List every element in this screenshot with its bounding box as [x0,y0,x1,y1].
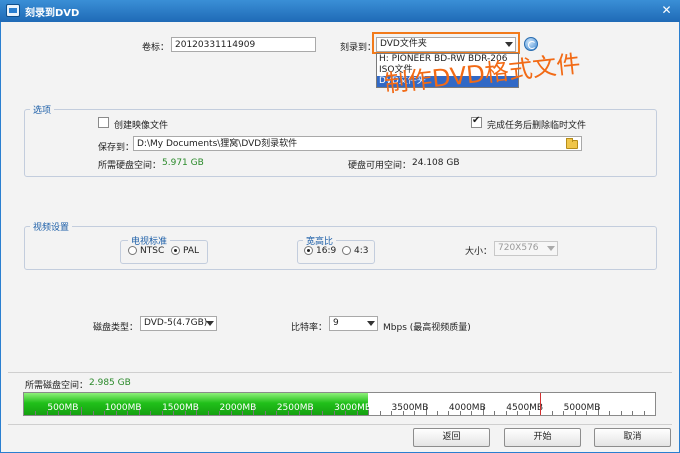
back-button[interactable]: 返回 [413,428,490,447]
available-space-label: 硬盘可用空间： [348,161,412,171]
disc-space-value: 2.985 GB [89,378,131,388]
chevron-down-icon [367,321,375,326]
size-select: 720X576 [494,241,558,256]
options-group-title: 选项 [30,103,55,116]
bar-tick [620,411,622,415]
bar-tick [150,411,152,415]
disc-type-label: 磁盘类型： [93,323,139,333]
disc-space-label: 所需磁盘空间： [25,381,89,391]
bar-tick [92,411,94,415]
aspect-16-9-label: 16:9 [316,246,337,256]
bar-tick [35,411,37,415]
cancel-button[interactable]: 取消 [594,428,671,447]
bar-tick-label: 4000MB [448,403,486,413]
bar-tick [81,407,83,415]
bar-tick-label: 2500MB [276,403,314,413]
bar-tick [264,411,266,415]
bar-tick [437,411,439,415]
bar-tick [632,411,634,415]
volume-input[interactable]: 20120331114909 [171,37,316,52]
delete-temp-label: 完成任务后删除临时文件 [487,121,587,131]
bar-tick-label: 2000MB [219,403,257,413]
disc-type-select[interactable]: DVD-5(4.7GB) [140,316,217,331]
size-label: 大小： [465,247,493,257]
aspect-4-3-label: 4:3 [354,246,369,256]
size-value: 720X576 [498,243,539,253]
bar-tick [494,411,496,415]
save-to-label: 保存到： [98,143,135,153]
available-space-value: 24.108 GB [412,158,460,168]
chevron-down-icon [206,321,214,326]
bar-tick [379,411,381,415]
close-icon[interactable]: ✕ [659,3,674,18]
bar-tick-label: 500MB [47,403,79,413]
required-space-label: 所需硬盘空间： [98,161,162,171]
bitrate-unit: Mbps (最高视频质量) [383,323,471,333]
disc-type-value: DVD-5(4.7GB) [144,318,208,328]
divider [8,424,672,425]
capacity-marker [540,393,542,415]
aspect-16-9-radio[interactable] [304,246,313,255]
bar-tick-label: 3500MB [391,403,429,413]
delete-temp-checkbox[interactable] [471,115,482,128]
folder-icon[interactable] [566,138,578,149]
bar-tick [322,411,324,415]
window-title: 刻录到DVD [25,8,80,19]
dvd-burner-icon [6,4,20,17]
bar-tick-label: 1500MB [162,403,199,413]
required-space-value: 5.971 GB [162,158,204,168]
bar-tick-label: 4500MB [506,403,544,413]
ntsc-label: NTSC [140,246,165,256]
bar-tick [643,411,645,415]
bar-tick-label: 3000MB [334,403,372,413]
pal-radio[interactable] [171,246,180,255]
bar-tick [609,411,611,415]
bar-tick-label: 5000MB [563,403,601,413]
divider [8,372,672,373]
save-to-input[interactable]: D:\My Documents\狸窝\DVD刻录软件 [133,136,582,151]
burn-to-label: 刻录到： [340,43,377,53]
video-settings-group-title: 视频设置 [30,220,73,233]
create-image-checkbox[interactable] [98,117,109,128]
ntsc-radio[interactable] [128,246,137,255]
title-bar: 刻录到DVD ✕ [0,0,680,22]
bitrate-select[interactable]: 9 [329,316,378,331]
pal-label: PAL [183,246,200,256]
bar-tick [207,411,209,415]
volume-label: 卷标： [142,43,170,53]
aspect-4-3-radio[interactable] [342,246,351,255]
start-button[interactable]: 开始 [504,428,581,447]
disc-usage-bar: 500MB 1000MB 1500MB 2000MB 2500MB 3000MB 3500M… [23,392,656,416]
chevron-down-icon [547,246,555,251]
bitrate-value: 9 [333,318,339,328]
bitrate-label: 比特率： [291,323,328,333]
bar-tick-label: 1000MB [104,403,142,413]
highlight-box [372,32,520,54]
create-image-label: 创建映像文件 [114,121,169,131]
bar-tick [551,411,553,415]
